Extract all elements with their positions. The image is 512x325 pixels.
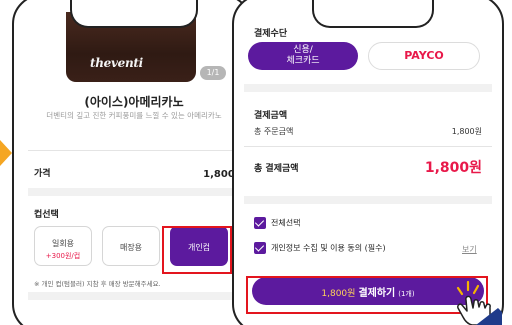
payment-payco-button[interactable]: PAYCO — [368, 42, 480, 70]
card-label-line1: 신용/ — [293, 45, 313, 55]
order-total-value: 1,800원 — [451, 127, 482, 136]
phone-notch — [70, 0, 198, 28]
order-total-row: 총 주문금액 1,800원 — [254, 126, 482, 137]
product-name: (아이스)아메리카노 — [84, 95, 184, 109]
order-total-label: 총 주문금액 — [254, 127, 294, 136]
section-separator — [244, 196, 492, 204]
final-total-label: 총 결제금액 — [254, 164, 299, 174]
check-icon[interactable] — [254, 217, 266, 229]
cup-option-disposable[interactable]: 일회용 +300원/컵 — [34, 226, 92, 266]
final-total-row: 총 결제금액 1,800원 — [254, 160, 482, 176]
price-row: 가격 1,800원 — [34, 166, 244, 180]
section-separator — [28, 188, 240, 196]
divider — [28, 150, 240, 151]
highlight-box-personal-cup — [162, 226, 232, 274]
view-terms-link[interactable]: 보기 — [462, 244, 477, 255]
select-all-label: 전체선택 — [271, 218, 301, 228]
privacy-consent-label: 개인정보 수집 및 이용 동의 (필수) — [271, 243, 386, 253]
payment-card-button[interactable]: 신용/ 체크카드 — [248, 42, 358, 70]
phone-notch — [312, 0, 434, 28]
divider — [244, 146, 492, 147]
cup-note: ※ 개인 컵(텀블러) 지참 후 매장 방문해주세요. — [34, 280, 161, 288]
phone-product-screen: theventi 1/1 (아이스)아메리카노 더벤티의 깊고 진한 커피풍미를… — [12, 0, 252, 325]
section-separator — [244, 84, 492, 92]
section-separator — [28, 292, 240, 300]
brand-logo: theventi — [90, 56, 143, 70]
payment-method-title: 결제수단 — [254, 29, 288, 39]
image-page-indicator: 1/1 — [200, 66, 226, 80]
price-label: 가격 — [34, 169, 51, 179]
amount-title: 결제금액 — [254, 111, 288, 121]
check-icon[interactable] — [254, 242, 266, 254]
cup-option-extra: +300원/컵 — [45, 252, 81, 260]
select-all-row[interactable]: 전체선택 — [254, 217, 300, 229]
cup-option-store[interactable]: 매장용 — [102, 226, 160, 266]
final-total-value: 1,800원 — [424, 160, 482, 176]
cup-option-label: 일회용 — [51, 239, 75, 248]
product-description: 더벤티의 깊고 진한 커피풍미를 느낄 수 있는 아메리카노 — [46, 111, 222, 120]
card-label-line2: 체크카드 — [286, 56, 320, 66]
privacy-consent-row[interactable]: 개인정보 수집 및 이용 동의 (필수) — [254, 242, 386, 254]
arrow-right-icon — [0, 140, 12, 166]
hand-cursor-icon — [456, 280, 502, 325]
cup-select-title: 컵선택 — [34, 210, 59, 220]
cup-option-label: 매장용 — [119, 243, 143, 252]
tutorial-screenshot: theventi 1/1 (아이스)아메리카노 더벤티의 깊고 진한 커피풍미를… — [0, 0, 512, 325]
payco-label: PAYCO — [404, 49, 444, 62]
